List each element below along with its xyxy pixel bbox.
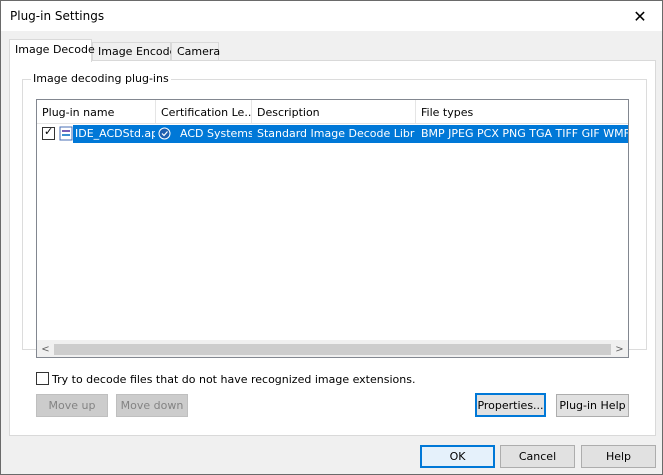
table-row[interactable]: ✓ IDE_ACDStd.apl ACD Systems Standard Im… [37, 125, 628, 143]
plugin-list[interactable]: Plug-in name Certification Le... Descrip… [36, 99, 629, 358]
list-header: Plug-in name Certification Le... Descrip… [37, 100, 628, 124]
window-title: Plug-in Settings [10, 9, 105, 23]
file-types-cell: BMP JPEG PCX PNG TGA TIFF GIF WMF EMF [421, 127, 628, 140]
scroll-right-icon[interactable]: > [611, 341, 628, 357]
ok-button[interactable]: OK [420, 445, 495, 468]
move-up-button[interactable]: Move up [36, 394, 108, 417]
help-button[interactable]: Help [581, 445, 656, 468]
plugin-settings-dialog: Plug-in Settings ✕ Image Decode Image En… [0, 0, 663, 475]
move-down-button[interactable]: Move down [116, 394, 188, 417]
tab-image-decode[interactable]: Image Decode [9, 39, 95, 62]
certification-cell: ACD Systems [180, 127, 252, 140]
scroll-left-icon[interactable]: < [37, 341, 54, 357]
plugin-name-cell: IDE_ACDStd.apl [75, 127, 155, 140]
tab-image-encode[interactable]: Image Encode [92, 42, 176, 61]
title-bar: Plug-in Settings ✕ [1, 1, 662, 31]
horizontal-scrollbar[interactable]: < > [37, 340, 628, 357]
scrollbar-thumb[interactable] [54, 344, 611, 355]
group-title: Image decoding plug-ins [31, 72, 171, 85]
tab-camera[interactable]: Camera [171, 42, 220, 61]
cancel-button[interactable]: Cancel [500, 445, 575, 468]
properties-button[interactable]: Properties... [475, 393, 546, 417]
column-header-description[interactable]: Description [252, 100, 416, 124]
description-cell: Standard Image Decode Library [257, 127, 415, 140]
plugin-file-icon [59, 126, 73, 141]
certificate-icon [158, 127, 171, 140]
close-icon: ✕ [633, 6, 647, 26]
try-decode-checkbox[interactable] [36, 372, 49, 385]
column-header-file-types[interactable]: File types [416, 100, 628, 124]
check-mark-icon: ✓ [44, 125, 54, 138]
try-decode-label[interactable]: Try to decode files that do not have rec… [52, 373, 415, 386]
plugin-help-button[interactable]: Plug-in Help [556, 394, 629, 417]
row-enable-checkbox[interactable]: ✓ [42, 125, 55, 140]
close-button[interactable]: ✕ [618, 1, 662, 31]
column-header-name[interactable]: Plug-in name [37, 100, 156, 124]
column-header-certification[interactable]: Certification Le... [156, 100, 252, 124]
